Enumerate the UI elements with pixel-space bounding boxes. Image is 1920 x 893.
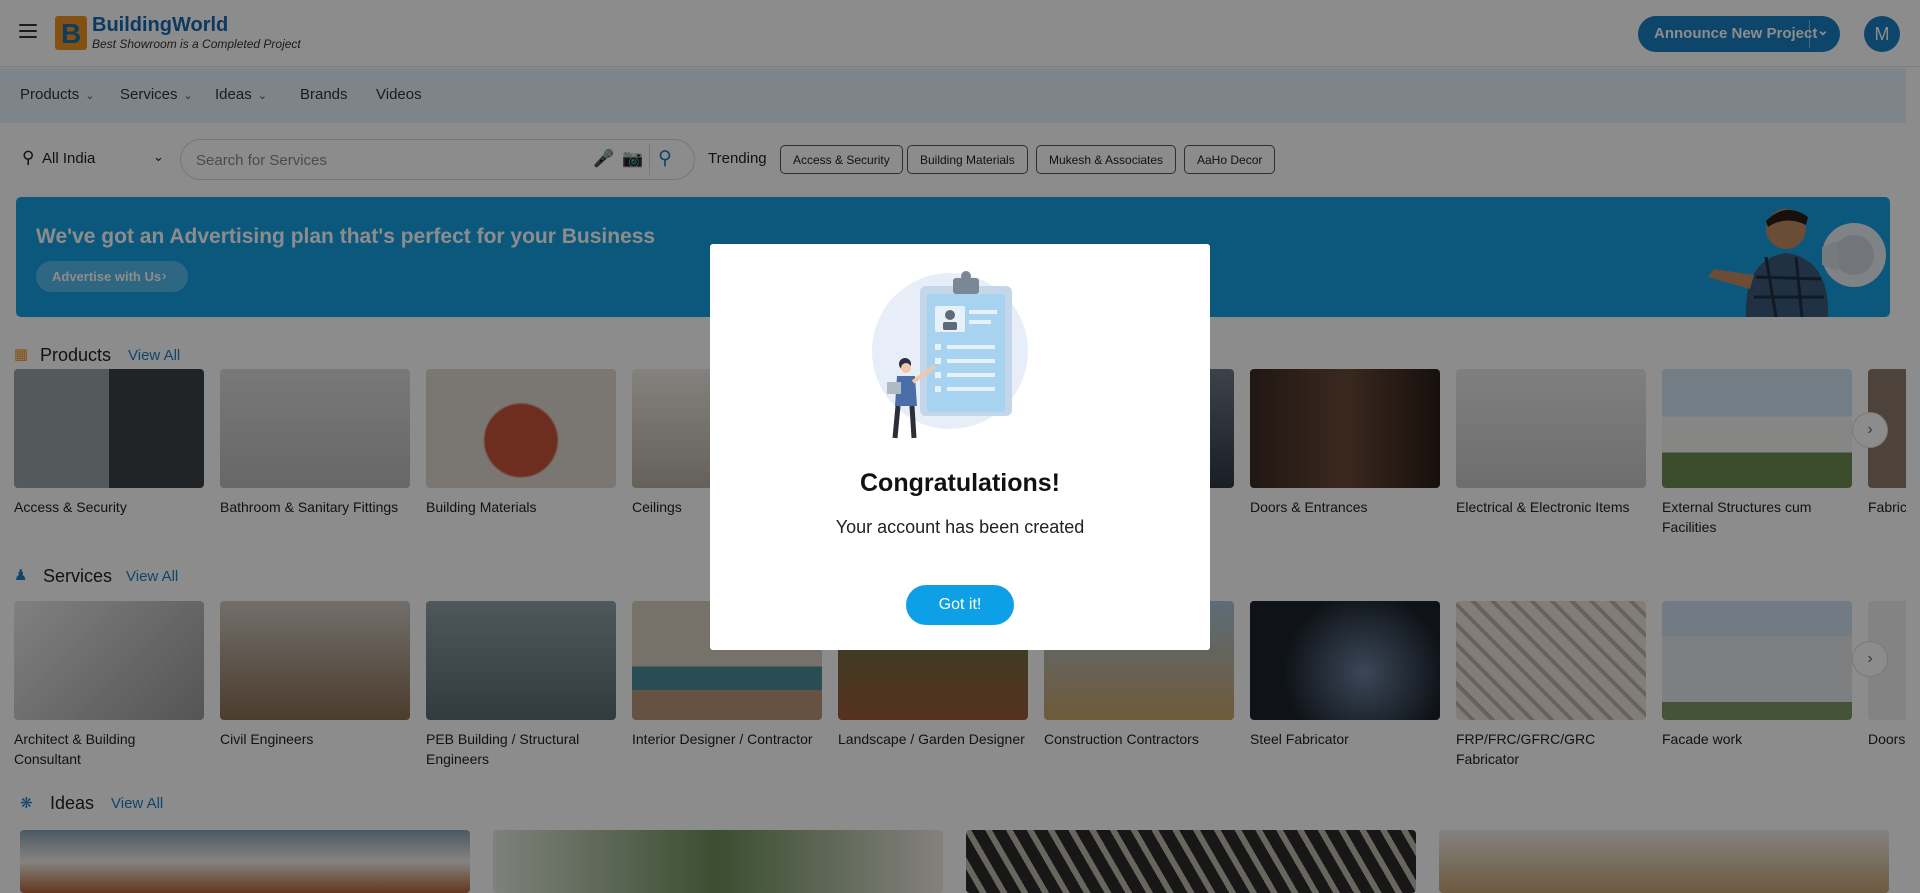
got-it-button[interactable]: Got it! xyxy=(906,585,1014,625)
dialog-message: Your account has been created xyxy=(835,517,1085,537)
account-created-dialog: Congratulations! Your account has been c… xyxy=(710,244,1210,650)
dialog-title: Congratulations! xyxy=(860,469,1060,497)
clipboard-illustration xyxy=(872,271,1028,439)
